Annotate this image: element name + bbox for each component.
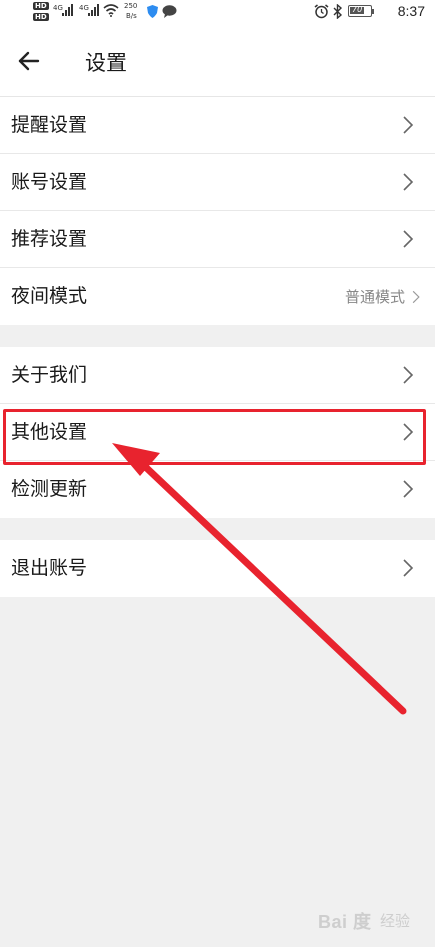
settings-row-label: 关于我们 xyxy=(11,364,88,386)
battery-icon: 70 xyxy=(348,5,372,17)
settings-row-label: 提醒设置 xyxy=(11,114,88,136)
net-speed-value: 250 xyxy=(124,2,138,10)
chevron-right-icon xyxy=(403,366,414,384)
wifi-icon xyxy=(103,4,119,17)
chevron-right-icon xyxy=(403,559,414,577)
signal-icon xyxy=(88,4,99,16)
signal-icon xyxy=(62,4,73,16)
chevron-right-icon xyxy=(403,116,414,134)
shield-icon xyxy=(147,5,158,18)
settings-row-night-mode[interactable]: 夜间模式 普通模式 xyxy=(0,268,435,325)
page-title: 设置 xyxy=(85,51,127,75)
battery-level: 70 xyxy=(352,5,363,14)
battery-tip xyxy=(372,9,374,14)
settings-row-label: 推荐设置 xyxy=(11,228,88,250)
settings-row-about-us[interactable]: 关于我们 xyxy=(0,347,435,404)
message-icon xyxy=(162,5,177,18)
settings-row-account[interactable]: 账号设置 xyxy=(0,154,435,211)
settings-row-recommend[interactable]: 推荐设置 xyxy=(0,211,435,268)
hd-badge: HD xyxy=(33,2,49,10)
alarm-icon xyxy=(314,4,329,19)
settings-group-general: 提醒设置 账号设置 推荐设置 夜间模式 普通模式 xyxy=(0,97,435,325)
watermark-sub: 经验 xyxy=(380,912,411,930)
net-speed-unit: B/s xyxy=(126,12,137,20)
status-bar: HD HD 4G 4G 250 B/s 70 8:37 xyxy=(0,0,435,24)
settings-row-check-update[interactable]: 检测更新 xyxy=(0,461,435,518)
chevron-right-icon xyxy=(403,173,414,191)
settings-row-reminder[interactable]: 提醒设置 xyxy=(0,97,435,154)
watermark-brand: Bai 度 xyxy=(318,912,372,932)
settings-row-label: 账号设置 xyxy=(11,171,88,193)
settings-row-label: 退出账号 xyxy=(11,557,88,579)
chevron-right-icon xyxy=(412,290,420,304)
chevron-right-icon xyxy=(403,230,414,248)
page-header: 设置 xyxy=(0,24,435,97)
hd-badge: HD xyxy=(33,13,49,21)
settings-row-label: 检测更新 xyxy=(11,478,88,500)
settings-row-label: 夜间模式 xyxy=(11,285,88,307)
bluetooth-icon xyxy=(333,4,343,19)
annotation-highlight-box xyxy=(3,409,426,465)
settings-group-logout: 退出账号 xyxy=(0,540,435,597)
night-mode-value: 普通模式 xyxy=(344,288,405,306)
back-arrow-icon[interactable] xyxy=(16,48,42,74)
settings-row-logout[interactable]: 退出账号 xyxy=(0,540,435,597)
watermark: Bai 度 经验 xyxy=(318,904,428,934)
clock-time: 8:37 xyxy=(397,3,425,19)
chevron-right-icon xyxy=(403,480,414,498)
